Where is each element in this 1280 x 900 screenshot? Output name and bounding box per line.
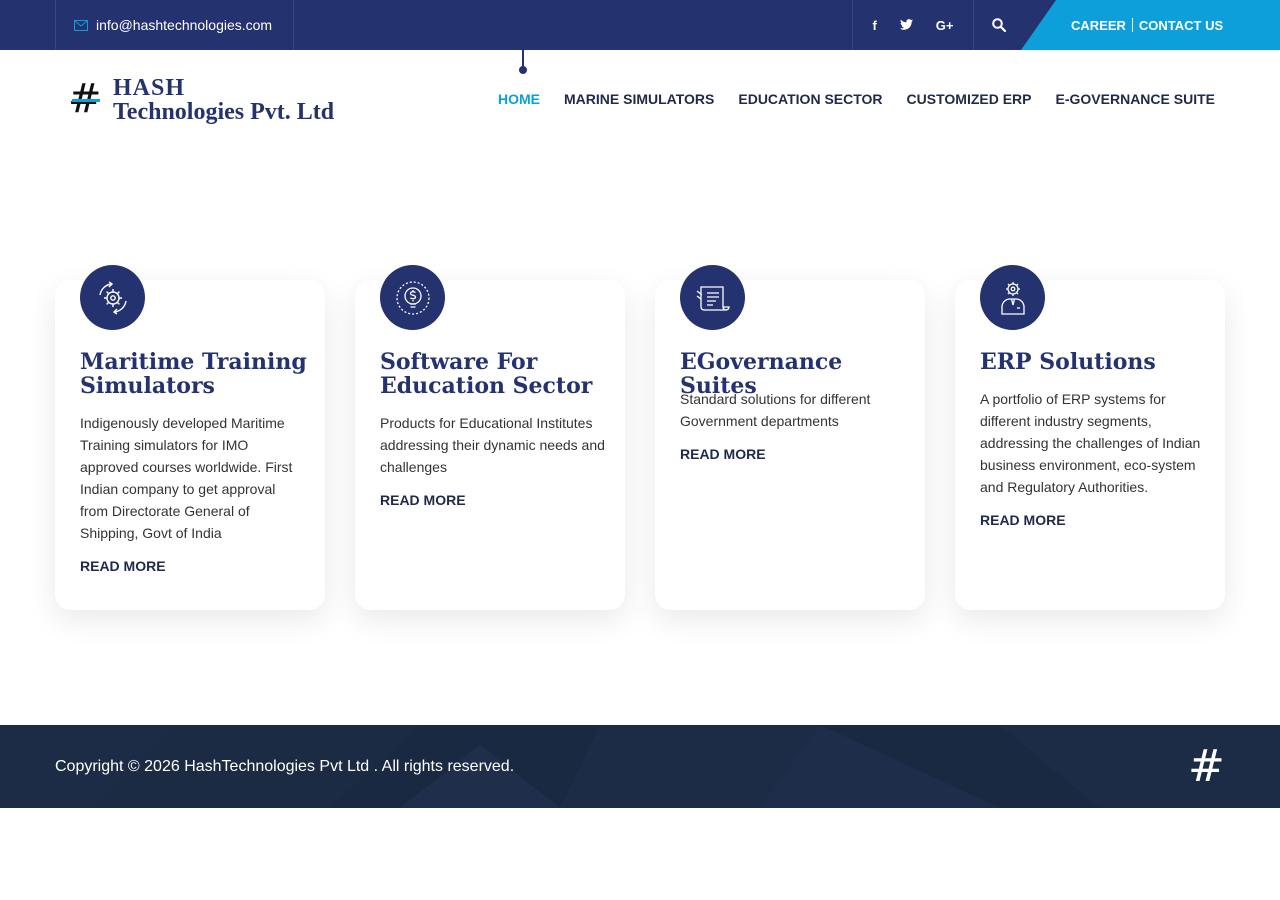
facebook-icon[interactable]: f xyxy=(872,18,876,33)
read-more-link[interactable]: READ MORE xyxy=(380,492,466,508)
cta-divider xyxy=(1131,18,1133,32)
card-icon-circle xyxy=(680,265,745,330)
gear-cycle-icon xyxy=(98,280,127,315)
card-icon-circle xyxy=(980,265,1045,330)
email-text[interactable]: info@hashtechnologies.com xyxy=(96,17,272,33)
google-plus-icon[interactable]: G+ xyxy=(936,18,954,33)
company-logo[interactable]: # HASH Technologies Pvt. Ltd xyxy=(68,75,368,127)
search-icon xyxy=(992,18,1006,32)
envelope-icon xyxy=(74,19,88,31)
footer: Copyright © 2026 HashTechnologies Pvt Lt… xyxy=(0,725,1280,808)
email-contact[interactable]: info@hashtechnologies.com xyxy=(55,0,294,50)
top-bar: info@hashtechnologies.com f G+ CAREER CO… xyxy=(0,0,1280,50)
copyright-text: Copyright © 2026 HashTechnologies Pvt Lt… xyxy=(55,758,515,775)
search-button[interactable] xyxy=(985,0,1013,50)
card-description: A portfolio of ERP systems for different… xyxy=(980,391,1201,495)
card-icon-circle xyxy=(80,265,145,330)
service-card: ERP Solutions A portfolio of ERP systems… xyxy=(955,265,1225,610)
service-card: Maritime Training Simulators Indigenousl… xyxy=(55,265,325,610)
social-links: f G+ xyxy=(852,0,974,50)
card-description: Products for Educational Institutes addr… xyxy=(380,415,605,475)
card-description: Indigenously developed Maritime Training… xyxy=(80,415,293,541)
footer-logo-icon[interactable]: # xyxy=(1188,743,1225,791)
nav-customized-erp[interactable]: CUSTOMIZED ERP xyxy=(907,91,1032,107)
service-card: Software For Education Sector Products f… xyxy=(355,265,625,610)
document-scroll-icon xyxy=(696,285,730,311)
card-title: Software For Education Sector xyxy=(380,349,593,399)
read-more-link[interactable]: READ MORE xyxy=(980,512,1066,528)
read-more-link[interactable]: READ MORE xyxy=(80,558,166,574)
nav-home[interactable]: HOME xyxy=(498,91,540,107)
service-card: EGovernance Suites Standard solutions fo… xyxy=(655,265,925,610)
person-gear-icon xyxy=(1000,281,1025,315)
card-description: Standard solutions for different Governm… xyxy=(680,391,871,429)
nav-e-governance-suite[interactable]: E-GOVERNANCE SUITE xyxy=(1056,91,1215,107)
card-title: Maritime Training Simulators xyxy=(80,349,307,399)
card-icon-circle xyxy=(380,265,445,330)
logo-name-line2: Technologies Pvt. Ltd xyxy=(113,99,335,125)
logo-name-line1: HASH xyxy=(113,75,186,101)
contact-us-link[interactable]: CONTACT US xyxy=(1139,18,1223,33)
career-link[interactable]: CAREER xyxy=(1071,18,1126,33)
dollar-bulb-icon xyxy=(395,280,430,315)
read-more-link[interactable]: READ MORE xyxy=(680,446,766,462)
card-title: ERP Solutions xyxy=(980,349,1156,375)
nav-marine-simulators[interactable]: MARINE SIMULATORS xyxy=(564,91,714,107)
nav-education-sector[interactable]: EDUCATION SECTOR xyxy=(738,91,882,107)
top-cta: CAREER CONTACT US xyxy=(1021,0,1280,50)
active-nav-dot xyxy=(519,66,527,74)
twitter-icon[interactable] xyxy=(899,18,913,33)
logo-hash-icon: # xyxy=(68,76,102,122)
main-nav: HOME MARINE SIMULATORS EDUCATION SECTOR … xyxy=(498,91,1215,107)
